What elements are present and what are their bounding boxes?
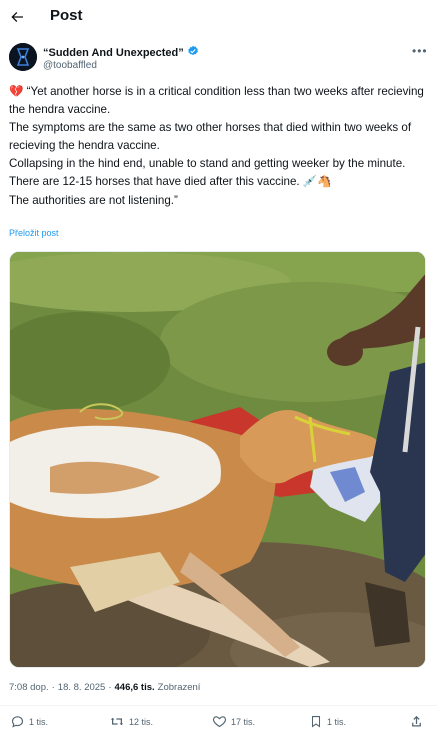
meta-separator: ·: [108, 682, 112, 693]
verified-badge-icon: [187, 44, 199, 62]
views-label: Zobrazení: [157, 682, 201, 693]
tweet-line-4: There are 12-15 horses that have died af…: [9, 175, 332, 189]
tweet-line-1: 💔 “Yet another horse is in a critical co…: [9, 85, 424, 117]
post-time[interactable]: 7:08 dop.: [9, 682, 49, 693]
repost-count: 12 tis.: [129, 716, 154, 727]
tweet-text: 💔 “Yet another horse is in a critical co…: [9, 83, 429, 210]
view-count: 446,6 tis.: [114, 682, 155, 693]
meta-separator: ·: [51, 682, 55, 693]
arrow-left-icon[interactable]: [6, 6, 28, 28]
avatar[interactable]: [9, 43, 37, 71]
action-bar: 1 tis. 12 tis. 17 tis. 1 tis.: [0, 714, 437, 740]
post-date[interactable]: 18. 8. 2025: [58, 682, 106, 693]
reply-count: 1 tis.: [29, 716, 49, 727]
bookmark-count: 1 tis.: [327, 716, 347, 727]
tweet-photo[interactable]: [9, 251, 426, 668]
divider: [0, 705, 437, 706]
share-icon: [412, 715, 421, 727]
like-button[interactable]: 17 tis.: [212, 714, 255, 729]
reply-icon: [11, 716, 24, 728]
more-horizontal-icon[interactable]: •••: [412, 44, 428, 58]
horse-photo-illustration: [10, 252, 425, 667]
share-button[interactable]: [409, 714, 424, 729]
syringe-horse-emoji: 💉🐴: [302, 175, 332, 189]
reply-button[interactable]: 1 tis.: [10, 714, 48, 729]
heart-icon: [212, 716, 227, 728]
bookmark-icon: [311, 716, 321, 728]
translate-post-link[interactable]: Přeložit post: [9, 228, 59, 238]
repost-icon: [110, 717, 124, 726]
repost-button[interactable]: 12 tis.: [109, 714, 153, 729]
like-count: 17 tis.: [231, 716, 256, 727]
broken-heart-emoji: 💔: [9, 85, 24, 98]
post-meta: 7:08 dop. · 18. 8. 2025 · 446,6 tis. Zob…: [9, 682, 200, 693]
author-display-name[interactable]: “Sudden And Unexpected”: [43, 47, 184, 59]
tweet-line-3: Collapsing in the hind end, unable to st…: [9, 157, 406, 171]
tweet-line-2: The symptoms are the same as two other h…: [9, 121, 412, 153]
page-title: Post: [50, 7, 83, 24]
bookmark-button[interactable]: 1 tis.: [309, 714, 346, 729]
top-bar: Post: [0, 0, 437, 34]
tweet-line-5: The authorities are not listening.”: [9, 193, 178, 207]
author-handle[interactable]: @toobaffled: [43, 60, 97, 71]
